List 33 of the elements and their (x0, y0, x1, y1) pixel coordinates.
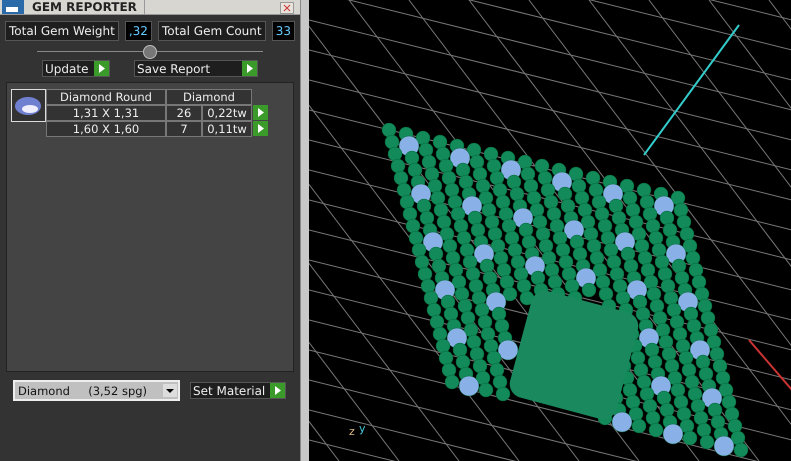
row-select-button[interactable] (252, 121, 268, 137)
action-button[interactable]: Update (42, 60, 110, 77)
close-icon (283, 4, 291, 12)
table-cell: 0,11tw (202, 121, 252, 137)
play-icon (270, 383, 285, 398)
gem-icon (11, 89, 46, 122)
table-header: Diamond (166, 89, 252, 105)
table-cell: 0,22tw (202, 105, 252, 121)
stat-label: Total Gem Count (158, 21, 266, 41)
play-icon (252, 105, 268, 120)
3d-viewport[interactable]: z y (309, 0, 791, 461)
play-icon (94, 61, 109, 76)
row-select-button[interactable] (252, 105, 268, 121)
action-button[interactable]: Save Report (134, 60, 258, 77)
set-material-button[interactable]: Set Material (190, 382, 286, 399)
play-icon (252, 121, 268, 136)
window-title: GEM REPORTER (32, 0, 145, 14)
stat-value: 33 (272, 21, 295, 41)
stat-value: ,32 (124, 21, 152, 41)
axis-line (748, 339, 791, 391)
play-icon (242, 61, 257, 76)
axis-label: z (349, 425, 355, 438)
close-button[interactable] (280, 2, 294, 14)
material-dropdown[interactable]: Diamond (3,52 spg) (13, 380, 180, 401)
table-header: Diamond Round (46, 89, 166, 105)
app-icon (2, 0, 24, 14)
collapse-handle[interactable] (143, 45, 157, 59)
table-cell: 7 (166, 121, 202, 137)
table-cell: 26 (166, 105, 202, 121)
axis-label: y (359, 422, 366, 435)
table-cell: 1,31 X 1,31 (46, 105, 166, 121)
table-cell: 1,60 X 1,60 (46, 121, 166, 137)
stat-label: Total Gem Weight (5, 21, 119, 41)
